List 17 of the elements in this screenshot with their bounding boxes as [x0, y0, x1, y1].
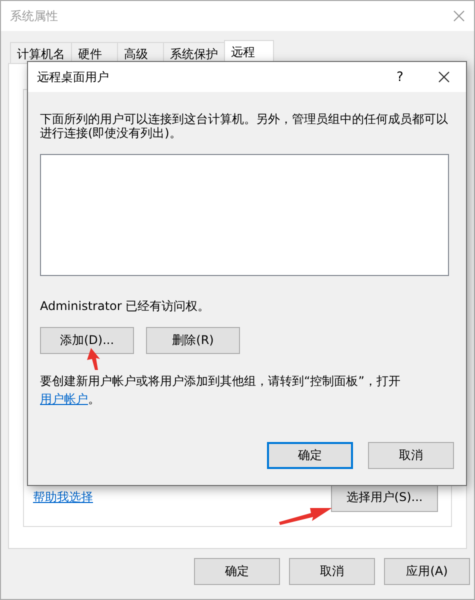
- ok-button[interactable]: 确定: [267, 442, 353, 469]
- description-text: 下面所列的用户可以连接到这台计算机。另外，管理员组中的任何成员都可以进行连接(即使没有列出)。: [40, 112, 449, 140]
- ok-button[interactable]: 确定: [194, 558, 280, 585]
- hint-text: 要创建新用户帐户或将用户添加到其他组，请转到“控制面板”，打开 用户帐户。: [40, 373, 402, 408]
- apply-button[interactable]: 应用(A): [384, 558, 470, 585]
- add-button[interactable]: 添加(D)...: [40, 327, 134, 354]
- cancel-button[interactable]: 取消: [368, 442, 454, 469]
- access-note: Administrator 已经有访问权。: [40, 299, 211, 313]
- help-button[interactable]: ?: [378, 70, 422, 84]
- remove-button[interactable]: 删除(R): [146, 327, 240, 354]
- tab[interactable]: 计算机名: [10, 42, 72, 63]
- user-accounts-link[interactable]: 用户帐户: [40, 392, 88, 406]
- help-link[interactable]: 帮助我选择: [33, 488, 93, 506]
- tab[interactable]: 远程: [224, 40, 274, 63]
- cancel-button[interactable]: 取消: [289, 558, 375, 585]
- dialog-title: 远程桌面用户: [37, 68, 110, 86]
- window-title: 系统属性: [10, 8, 59, 24]
